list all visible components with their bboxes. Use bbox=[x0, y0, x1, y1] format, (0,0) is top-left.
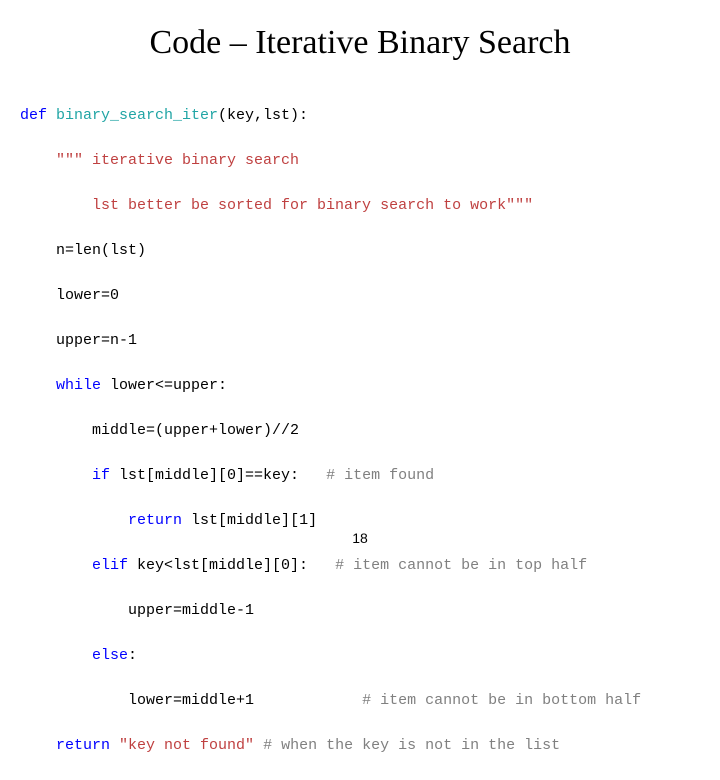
keyword-return: return bbox=[128, 512, 191, 529]
code-space bbox=[308, 557, 335, 574]
comment: # when the key is not in the list bbox=[263, 737, 560, 754]
keyword-return: return bbox=[56, 737, 119, 754]
keyword-while: while bbox=[56, 377, 110, 394]
slide-title: Code – Iterative Binary Search bbox=[0, 24, 720, 62]
page-number: 18 bbox=[0, 530, 720, 546]
code-text: : bbox=[128, 647, 137, 664]
code-line: """ iterative binary search bbox=[20, 150, 700, 173]
code-text: upper=n-1 bbox=[56, 332, 137, 349]
code-line: lower=0 bbox=[20, 285, 700, 308]
code-text: (lst) bbox=[101, 242, 146, 259]
code-text: lst[middle][0]==key: bbox=[119, 467, 299, 484]
comment: # item cannot be in top half bbox=[335, 557, 587, 574]
code-block: def binary_search_iter(key,lst): """ ite… bbox=[0, 82, 720, 780]
keyword-else: else bbox=[92, 647, 128, 664]
comment: # item cannot be in bottom half bbox=[362, 692, 641, 709]
builtin: len bbox=[74, 242, 101, 259]
code-line: if lst[middle][0]==key: # item found bbox=[20, 465, 700, 488]
code-text: middle=(upper+lower)//2 bbox=[92, 422, 299, 439]
code-line: upper=middle-1 bbox=[20, 600, 700, 623]
code-text: lst[middle][1] bbox=[191, 512, 317, 529]
code-text: lower<=upper: bbox=[110, 377, 227, 394]
code-text: (key,lst): bbox=[218, 107, 308, 124]
code-line: else: bbox=[20, 645, 700, 668]
function-name: binary_search_iter bbox=[56, 107, 218, 124]
code-line: while lower<=upper: bbox=[20, 375, 700, 398]
code-line: lower=middle+1 # item cannot be in botto… bbox=[20, 690, 700, 713]
code-text: n= bbox=[56, 242, 74, 259]
code-line: return "key not found" # when the key is… bbox=[20, 735, 700, 758]
keyword-def: def bbox=[20, 107, 56, 124]
string: "key not found" bbox=[119, 737, 263, 754]
code-line: n=len(lst) bbox=[20, 240, 700, 263]
keyword-if: if bbox=[92, 467, 119, 484]
code-line: return lst[middle][1] bbox=[20, 510, 700, 533]
code-line: upper=n-1 bbox=[20, 330, 700, 353]
code-line: lst better be sorted for binary search t… bbox=[20, 195, 700, 218]
code-line: def binary_search_iter(key,lst): bbox=[20, 105, 700, 128]
keyword-elif: elif bbox=[92, 557, 137, 574]
code-text: key<lst[middle][0]: bbox=[137, 557, 308, 574]
code-line: middle=(upper+lower)//2 bbox=[20, 420, 700, 443]
code-text: upper=middle-1 bbox=[128, 602, 254, 619]
docstring: """ iterative binary search bbox=[56, 152, 299, 169]
code-text: lower=middle+1 bbox=[128, 692, 254, 709]
code-space bbox=[254, 692, 362, 709]
docstring: lst better be sorted for binary search t… bbox=[92, 197, 533, 214]
code-text: lower=0 bbox=[56, 287, 119, 304]
comment: # item found bbox=[326, 467, 434, 484]
code-space bbox=[299, 467, 326, 484]
code-line: elif key<lst[middle][0]: # item cannot b… bbox=[20, 555, 700, 578]
